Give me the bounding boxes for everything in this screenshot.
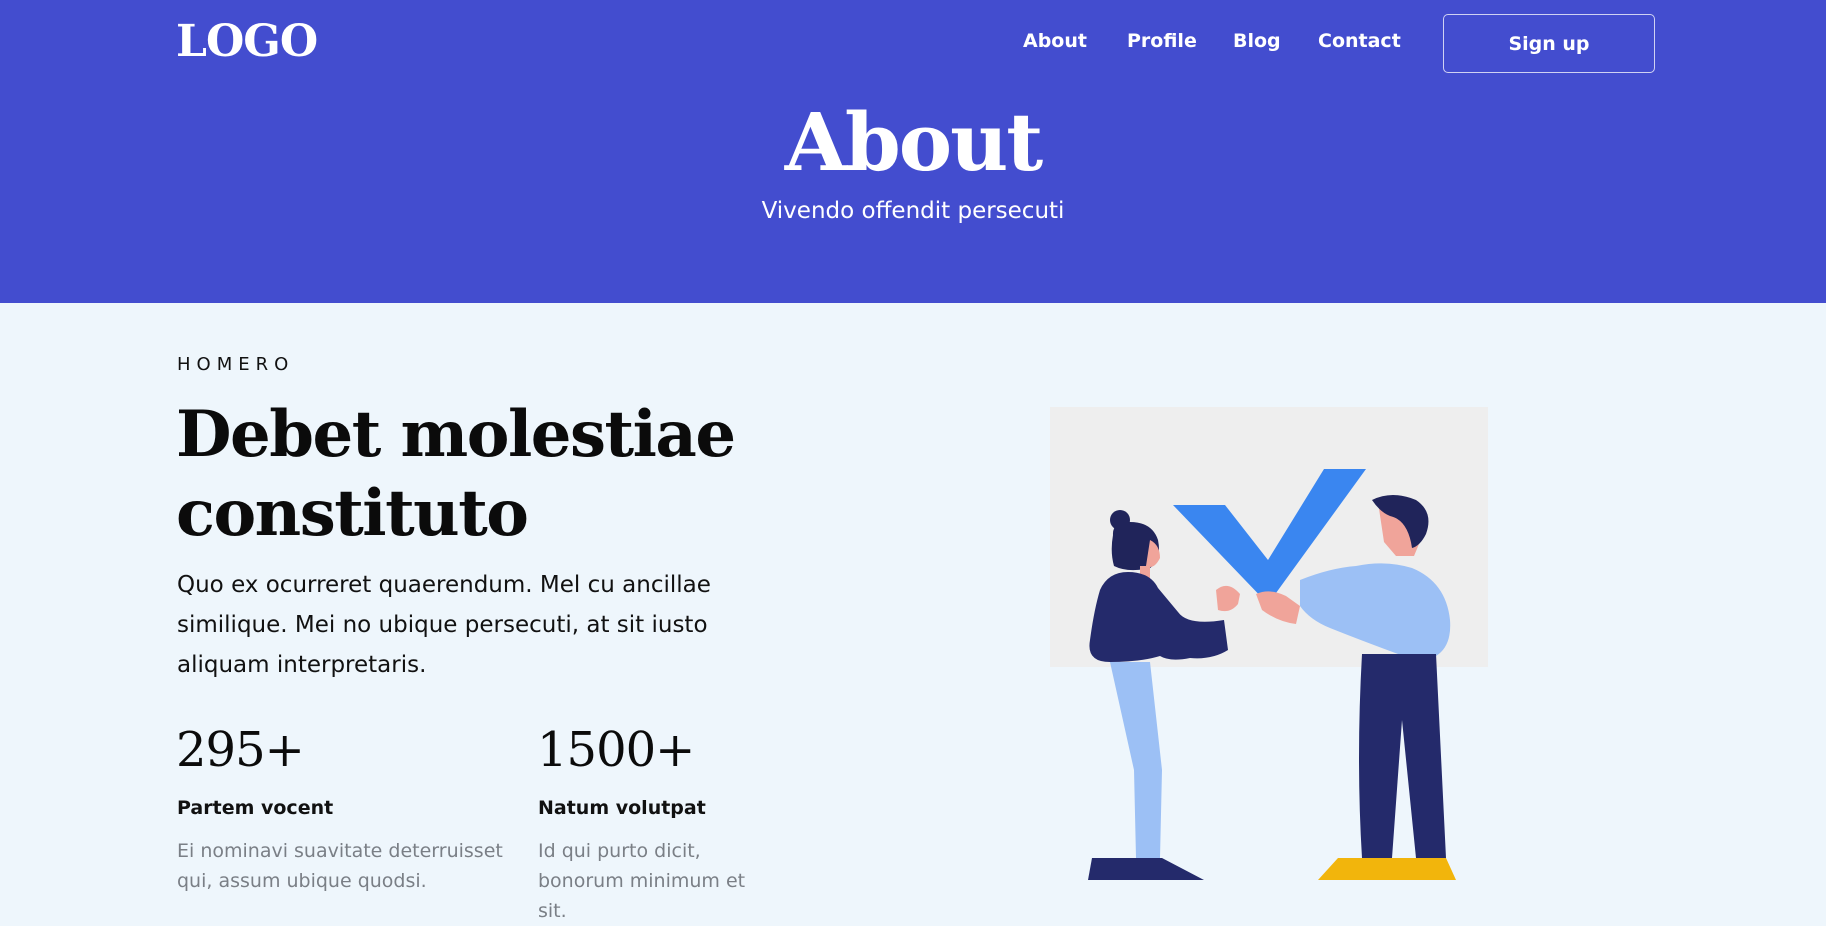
nav-link-profile[interactable]: Profile [1127,30,1197,52]
two-people-holding-checkmark-illustration [1050,407,1488,880]
page-subtitle: Vivendo offendit persecuti [761,198,1065,224]
section-eyebrow: HOMERO [177,354,295,375]
logo[interactable]: LOGO [176,16,318,67]
nav-link-about[interactable]: About [1023,30,1087,52]
hero-banner: LOGO About Profile Blog Contact Sign up … [0,0,1826,303]
stat-label: Natum volutpat [538,797,706,819]
headline-line-2: constituto [176,476,529,551]
headline-line-1: Debet molestiae [176,397,736,472]
sign-up-button[interactable]: Sign up [1443,14,1655,73]
stat-description: Id qui purto dicit, bonorum minimum et s… [538,840,746,922]
stat-label: Partem vocent [177,797,334,819]
section-headline: Debet molestiae constituto [176,395,816,553]
nav-link-contact[interactable]: Contact [1318,30,1401,52]
nav-link-blog[interactable]: Blog [1233,30,1281,52]
stat-number: 1500+ [537,722,695,778]
stat-number: 295+ [176,722,305,778]
page-title: About [784,95,1043,189]
stat-description: Ei nominavi suavitate deterruisset qui, … [177,840,503,892]
section-lede: Quo ex ocurreret quaerendum. Mel cu anci… [177,572,711,678]
